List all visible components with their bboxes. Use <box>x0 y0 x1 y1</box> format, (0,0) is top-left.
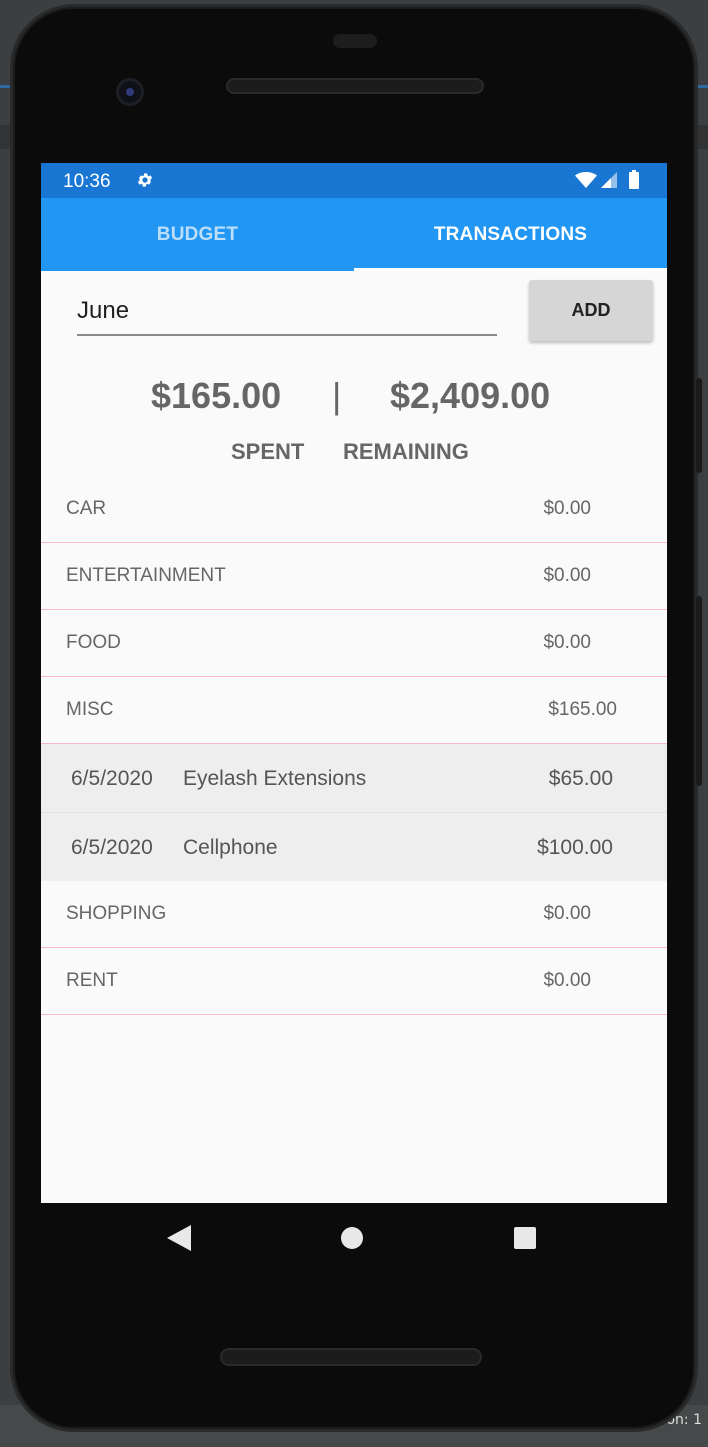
bottom-speaker <box>220 1348 482 1366</box>
sensor-slot <box>333 34 377 48</box>
status-bar: 10:36 <box>41 163 667 198</box>
category-row-car[interactable]: CAR $0.00 <box>41 476 667 543</box>
transaction-date: 6/5/2020 <box>71 836 153 859</box>
spent-label: SPENT <box>231 439 305 464</box>
transaction-description: Cellphone <box>183 836 278 859</box>
budget-summary: $165.00 | $2,409.00 <box>41 375 667 425</box>
category-row-food[interactable]: FOOD $0.00 <box>41 610 667 677</box>
category-row-entertainment[interactable]: ENTERTAINMENT $0.00 <box>41 543 667 610</box>
tab-budget[interactable]: BUDGET <box>41 198 354 271</box>
transaction-description: Eyelash Extensions <box>183 767 367 790</box>
front-camera-icon <box>116 78 144 106</box>
category-amount: $0.00 <box>543 498 591 519</box>
transaction-amount: $100.00 <box>537 836 613 859</box>
gear-icon <box>137 173 153 187</box>
recents-icon[interactable] <box>514 1227 536 1249</box>
category-amount: $0.00 <box>543 970 591 991</box>
remaining-label: REMAINING <box>343 439 469 464</box>
tab-indicator <box>354 268 667 271</box>
category-row-shopping[interactable]: SHOPPING $0.00 <box>41 881 667 948</box>
volume-button[interactable] <box>696 596 702 786</box>
category-amount: $0.00 <box>543 565 591 586</box>
category-name: RENT <box>66 970 118 991</box>
month-input[interactable] <box>77 288 497 336</box>
wifi-icon <box>575 172 597 188</box>
status-time: 10:36 <box>63 171 111 192</box>
transaction-date: 6/5/2020 <box>71 767 153 790</box>
category-name: CAR <box>66 498 107 519</box>
back-icon[interactable] <box>167 1225 191 1251</box>
category-name: MISC <box>66 699 114 720</box>
signal-icon <box>601 172 617 188</box>
category-list: CAR $0.00 ENTERTAINMENT $0.00 FOOD $0.00… <box>41 476 667 1015</box>
earpiece-speaker <box>226 78 484 94</box>
tab-bar: BUDGET TRANSACTIONS <box>41 198 667 271</box>
category-name: SHOPPING <box>66 903 167 924</box>
transaction-row[interactable]: 6/5/2020 Eyelash Extensions $65.00 <box>41 744 667 812</box>
category-name: FOOD <box>66 632 121 653</box>
category-row-rent[interactable]: RENT $0.00 <box>41 948 667 1015</box>
android-nav-bar <box>41 1203 667 1273</box>
remaining-amount: $2,409.00 <box>390 375 551 416</box>
summary-divider: | <box>332 375 342 416</box>
tab-transactions[interactable]: TRANSACTIONS <box>354 198 667 271</box>
spent-amount: $165.00 <box>151 375 282 416</box>
home-icon[interactable] <box>341 1227 363 1249</box>
summary-labels: SPENT REMAINING <box>41 439 667 469</box>
category-amount: $165.00 <box>548 699 617 720</box>
category-row-misc[interactable]: MISC $165.00 <box>41 677 667 744</box>
battery-icon <box>629 170 639 189</box>
category-amount: $0.00 <box>543 632 591 653</box>
transaction-amount: $65.00 <box>548 767 613 790</box>
category-name: ENTERTAINMENT <box>66 565 226 586</box>
category-amount: $0.00 <box>543 903 591 924</box>
add-button[interactable]: ADD <box>529 280 653 341</box>
power-button[interactable] <box>696 378 702 473</box>
transaction-row[interactable]: 6/5/2020 Cellphone $100.00 <box>41 812 667 881</box>
app-screen: 10:36 BUDGET TRANSACTIONS ADD $165.00 | … <box>41 163 667 1203</box>
